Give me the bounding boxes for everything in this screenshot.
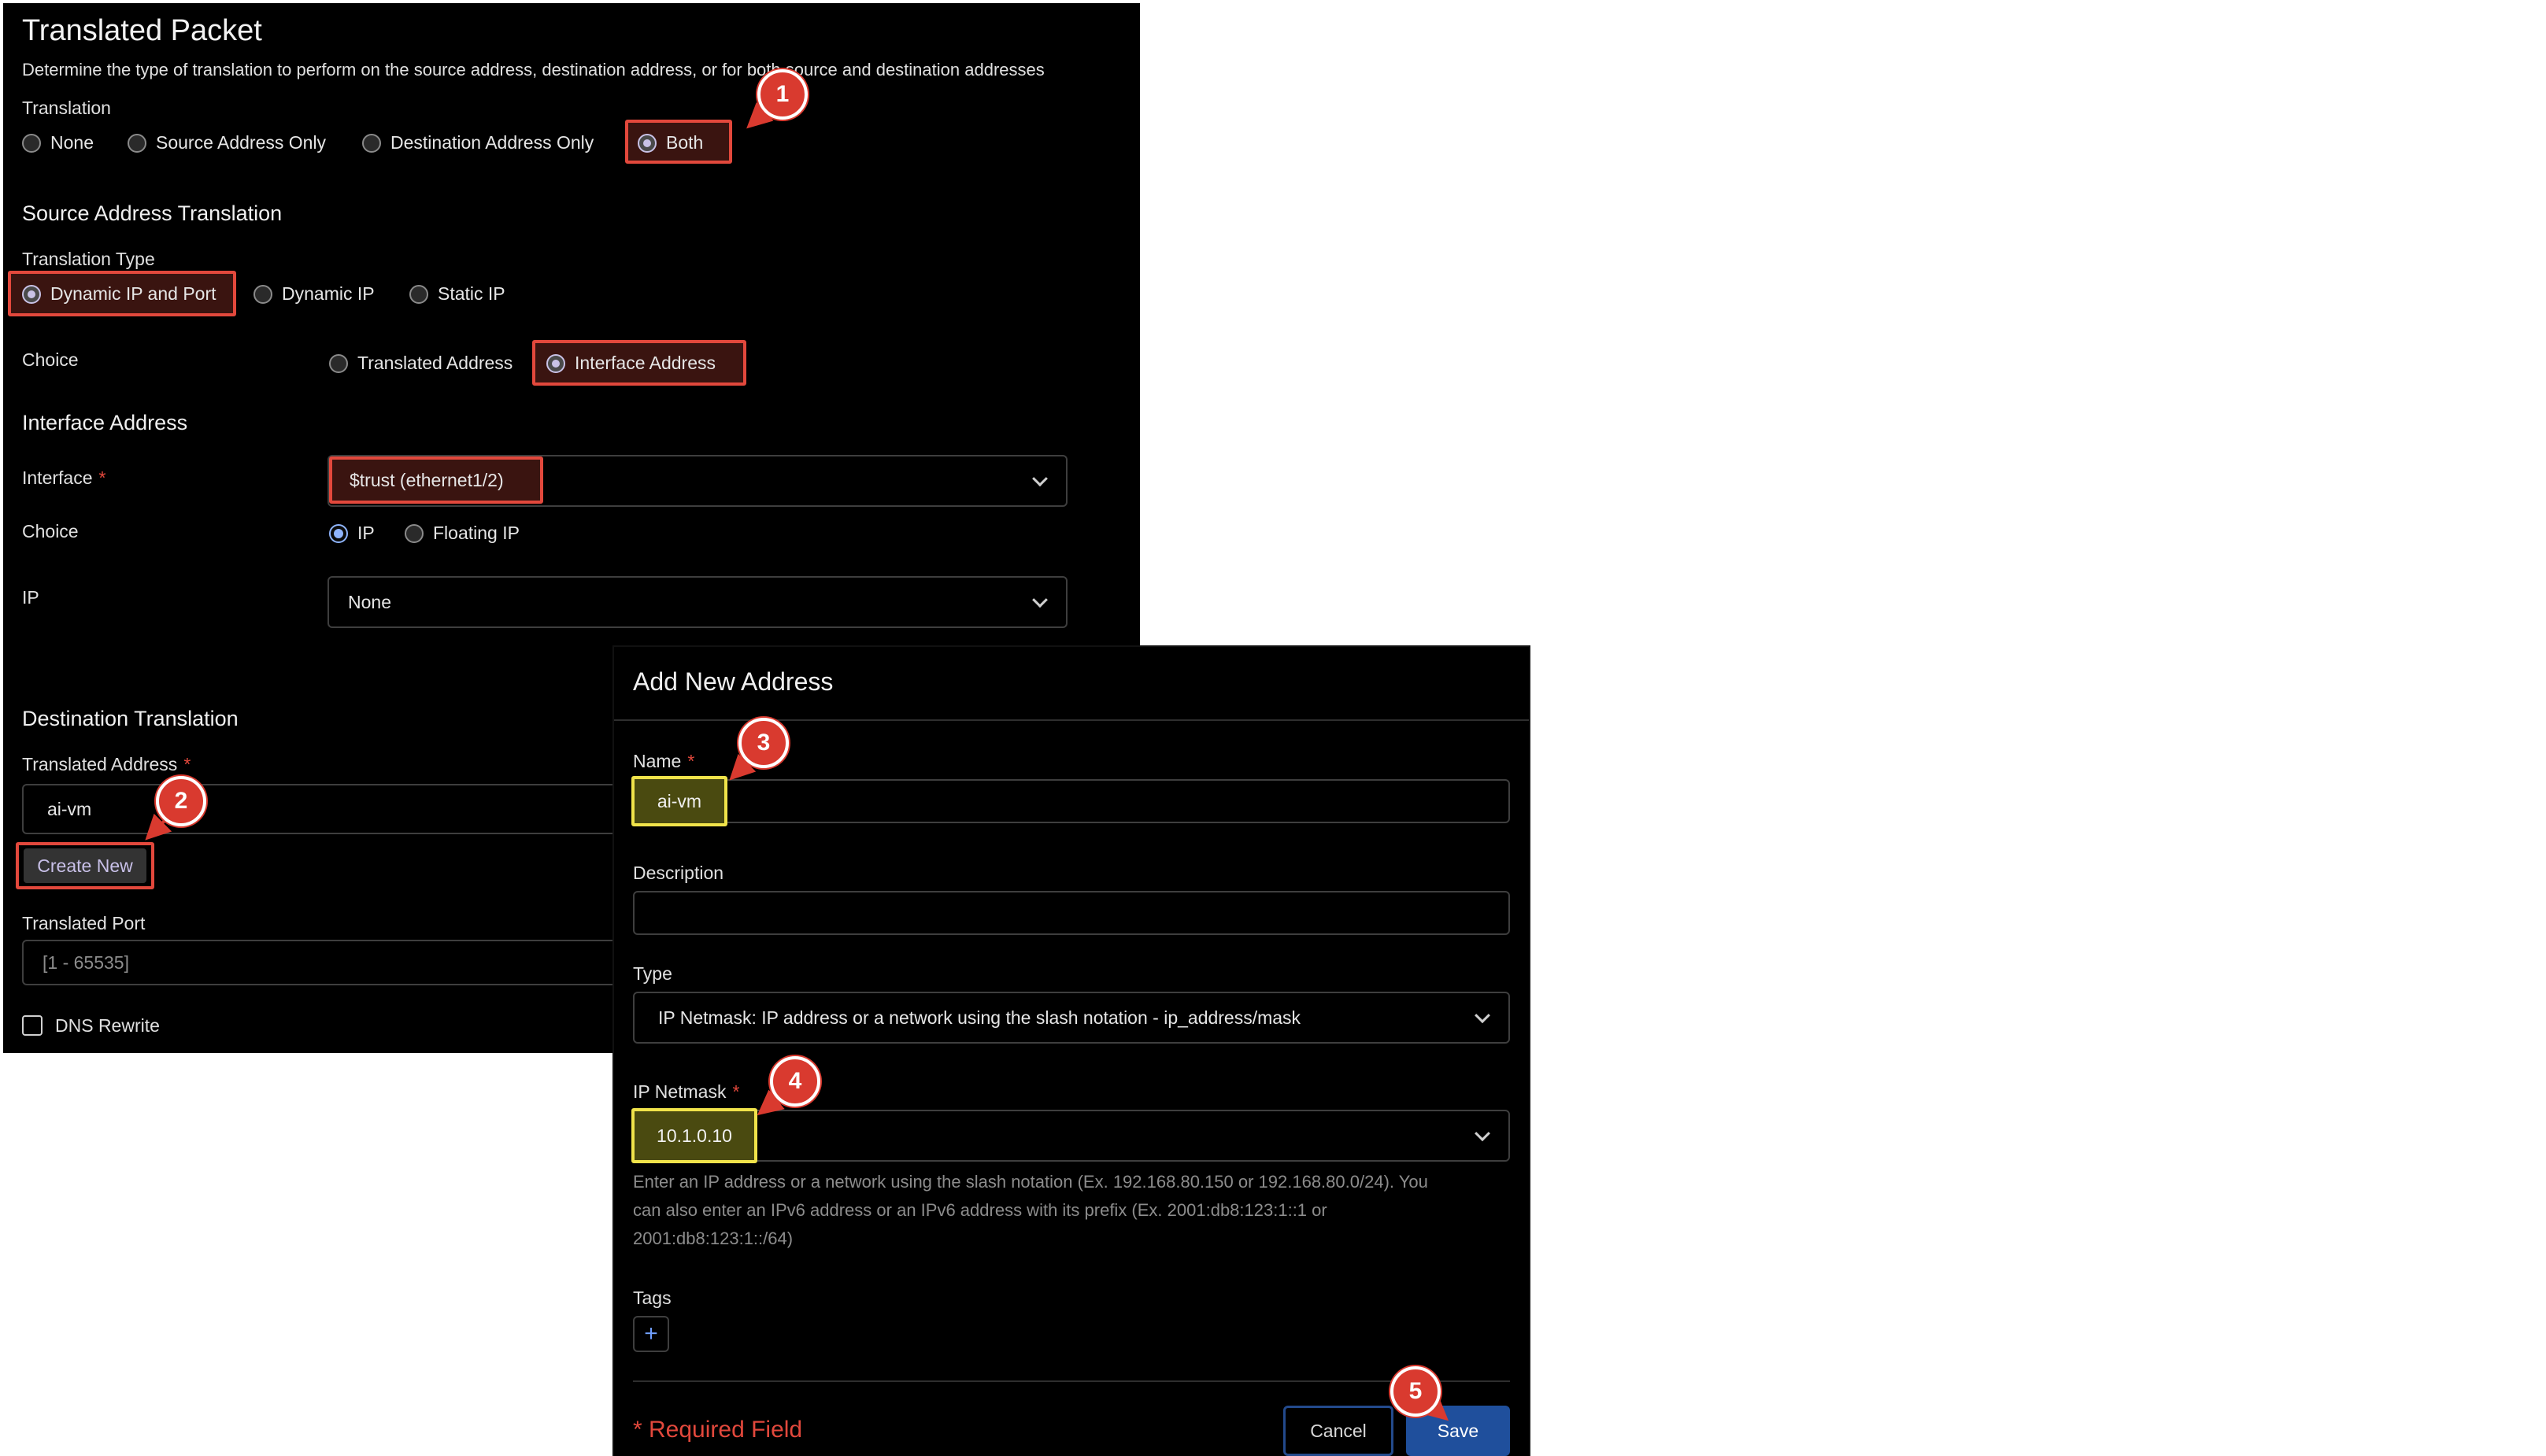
type-select-value: IP Netmask: IP address or a network usin… [658,1007,1301,1028]
radio-label: Dynamic IP and Port [50,283,216,304]
translation-radio-both[interactable]: Both [638,132,703,153]
radio-label: Interface Address [575,353,716,373]
radio-label: None [50,132,94,153]
radio-unselected-icon [128,133,146,153]
plus-icon: + [644,1321,658,1347]
chevron-down-icon [1032,471,1048,487]
radio-unselected-icon [409,284,428,304]
callout-badge-5: 5 [1390,1366,1441,1417]
radio-label: Both [666,132,704,153]
callout-badge-2: 2 [156,776,206,826]
chevron-down-icon [1475,1007,1490,1024]
ip-choice-radio-floating-ip[interactable]: Floating IP [405,523,520,544]
translated-port-input[interactable]: [1 - 65535] [22,940,620,985]
translated-port-label: Translated Port [22,913,146,933]
radio-label: Floating IP [433,523,520,543]
radio-selected-icon [638,133,657,153]
required-asterisk: * [687,751,695,771]
radio-label: Static IP [438,283,505,304]
translation-radio-source-only[interactable]: Source Address Only [128,132,326,153]
required-asterisk: * [732,1081,740,1102]
interface-select-value: $trust (ethernet1/2) [329,456,543,504]
interface-label-text: Interface [22,467,93,488]
type-radio-static-ip[interactable]: Static IP [409,283,505,305]
translated-address-label: Translated Address * [22,754,191,775]
hint-line: 2001:db8:123:1::/64) [633,1229,794,1248]
translated-address-input[interactable]: ai-vm [22,784,620,834]
ip-choice-radio-ip[interactable]: IP [329,523,375,544]
radio-unselected-icon [405,523,424,543]
translation-type-label: Translation Type [22,249,155,269]
tags-label: Tags [633,1288,672,1308]
required-asterisk: * [98,467,106,488]
name-label-text: Name [633,751,682,771]
dns-rewrite-checkbox[interactable] [22,1015,43,1036]
ip-netmask-select[interactable] [633,1110,1510,1162]
description-input[interactable] [633,891,1510,935]
radio-selected-icon [546,353,565,373]
translation-radio-destination-only[interactable]: Destination Address Only [362,132,594,153]
hint-line: can also enter an IPv6 address or an IPv… [633,1200,1327,1220]
callout-badge-1: 1 [757,69,808,120]
source-choice-label: Choice [22,349,79,370]
translation-radio-none[interactable]: None [22,132,94,153]
radio-label: IP [357,523,375,543]
name-input[interactable] [633,779,1510,823]
ip-netmask-label-text: IP Netmask [633,1081,727,1102]
source-translation-heading: Source Address Translation [22,201,283,225]
modal-footer-divider [633,1380,1510,1382]
modal-title: Add New Address [633,667,834,696]
interface-choice-label: Choice [22,521,79,541]
choice-radio-interface-address[interactable]: Interface Address [546,353,716,374]
ip-select[interactable]: None [328,576,1068,628]
dns-rewrite-label: DNS Rewrite [55,1015,160,1036]
add-new-address-modal [614,647,1529,1456]
radio-label: Dynamic IP [282,283,375,304]
radio-selected-icon [22,284,41,304]
create-new-button[interactable]: Create New [24,848,146,883]
ip-netmask-hint: Enter an IP address or a network using t… [633,1168,1515,1253]
type-radio-dynamic-ip-port[interactable]: Dynamic IP and Port [22,283,216,305]
choice-radio-translated-address[interactable]: Translated Address [329,353,513,374]
ip-select-value: None [348,591,391,612]
page-description: Determine the type of translation to per… [22,60,1045,79]
translated-address-label-text: Translated Address [22,754,178,774]
interface-address-heading: Interface Address [22,411,188,434]
radio-label: Translated Address [357,353,513,373]
type-select[interactable]: IP Netmask: IP address or a network usin… [633,992,1510,1044]
radio-selected-icon [329,523,348,543]
translation-label: Translation [22,98,111,118]
radio-unselected-icon [362,133,381,153]
ip-label: IP [22,587,39,608]
ip-netmask-value: 10.1.0.10 [631,1108,757,1163]
chevron-down-icon [1475,1125,1490,1142]
description-label: Description [633,863,724,883]
cancel-button[interactable]: Cancel [1283,1406,1393,1456]
type-radio-dynamic-ip[interactable]: Dynamic IP [253,283,375,305]
chevron-down-icon [1032,592,1048,608]
interface-label: Interface * [22,467,105,489]
radio-label: Destination Address Only [390,132,594,153]
hint-line: Enter an IP address or a network using t… [633,1172,1428,1192]
name-input-value: ai-vm [631,776,727,826]
radio-unselected-icon [329,353,348,373]
page-title: Translated Packet [22,14,262,47]
radio-label: Source Address Only [156,132,327,153]
required-asterisk: * [183,754,191,774]
type-label: Type [633,963,672,984]
required-field-note: * Required Field [633,1417,803,1443]
radio-unselected-icon [22,133,41,153]
radio-unselected-icon [253,284,272,304]
callout-badge-3: 3 [738,718,789,768]
ip-netmask-label: IP Netmask * [633,1081,739,1103]
callout-badge-4: 4 [770,1056,820,1107]
destination-translation-heading: Destination Translation [22,707,239,730]
name-label: Name * [633,751,694,772]
add-tag-button[interactable]: + [633,1316,669,1352]
